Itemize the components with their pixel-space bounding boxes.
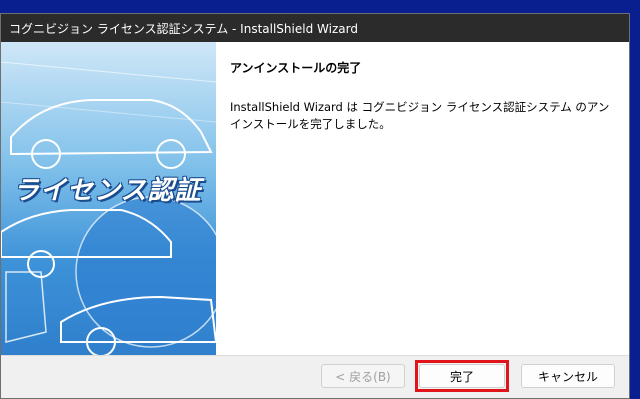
back-button[interactable]: < 戻る(B) — [321, 364, 405, 388]
installshield-wizard-window: コグニビジョン ライセンス認証システム - InstallShield Wiza… — [0, 13, 630, 399]
cancel-button[interactable]: キャンセル — [521, 364, 615, 388]
brand-text: ライセンス認証 — [13, 176, 202, 206]
wizard-content: アンインストールの完了 InstallShield Wizard は コグニビジ… — [216, 42, 629, 355]
button-bar: < 戻る(B) 完了 キャンセル — [1, 355, 629, 398]
completion-message: InstallShield Wizard は コグニビジョン ライセンス認証シス… — [230, 100, 610, 131]
page-heading: アンインストールの完了 — [230, 61, 362, 75]
title-bar[interactable]: コグニビジョン ライセンス認証システム - InstallShield Wiza… — [1, 14, 629, 42]
finish-highlight-box — [415, 360, 509, 392]
wizard-side-banner: ライセンス認証 — [1, 42, 216, 355]
window-title: コグニビジョン ライセンス認証システム - InstallShield Wiza… — [9, 22, 358, 36]
